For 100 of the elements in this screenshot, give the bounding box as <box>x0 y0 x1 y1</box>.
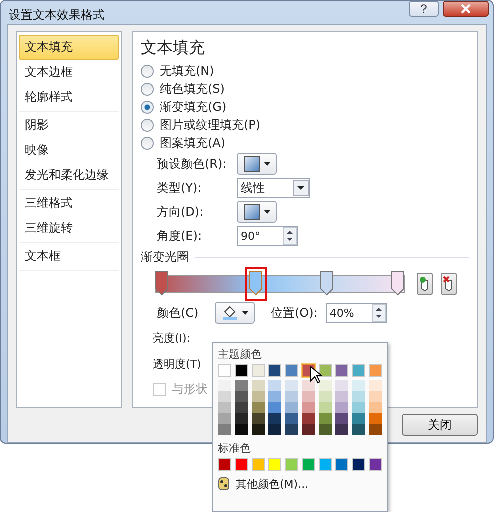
color-swatch[interactable] <box>234 402 248 413</box>
color-swatch[interactable] <box>352 364 366 377</box>
color-swatch[interactable] <box>218 364 231 377</box>
color-swatch[interactable] <box>335 391 348 402</box>
color-swatch[interactable] <box>302 402 315 413</box>
color-swatch[interactable] <box>234 424 248 435</box>
sidebar-item[interactable]: 发光和柔化边缘 <box>19 163 119 188</box>
color-swatch[interactable] <box>268 413 282 424</box>
color-swatch[interactable] <box>218 391 231 402</box>
color-swatch[interactable] <box>318 364 332 377</box>
color-swatch[interactable] <box>252 364 265 377</box>
color-swatch[interactable] <box>368 402 382 413</box>
color-swatch[interactable] <box>218 402 231 413</box>
color-swatch[interactable] <box>285 391 298 402</box>
color-swatch[interactable] <box>285 380 298 391</box>
color-swatch[interactable] <box>218 424 231 435</box>
color-swatch[interactable] <box>368 424 382 435</box>
type-dropdown[interactable]: 线性 <box>237 178 310 198</box>
direction-dropdown[interactable] <box>237 201 277 223</box>
color-swatch[interactable] <box>352 380 366 391</box>
color-swatch[interactable] <box>302 391 315 402</box>
color-swatch[interactable] <box>352 413 366 424</box>
more-colors-item[interactable]: 其他颜色(M)... <box>236 476 309 492</box>
position-field[interactable]: 40% <box>326 303 387 323</box>
sidebar-item[interactable]: 文本填充 <box>19 35 119 60</box>
color-swatch[interactable] <box>268 364 282 377</box>
color-swatch[interactable] <box>318 424 332 435</box>
color-swatch[interactable] <box>352 458 366 471</box>
color-swatch[interactable] <box>285 402 298 413</box>
sidebar-item[interactable]: 轮廓样式 <box>19 85 119 110</box>
color-swatch[interactable] <box>368 458 382 471</box>
color-swatch[interactable] <box>268 380 282 391</box>
add-stop-button[interactable] <box>417 272 433 294</box>
gradient-stop-handle[interactable] <box>245 266 268 300</box>
color-swatch[interactable] <box>318 458 332 471</box>
color-swatch[interactable] <box>218 458 231 471</box>
color-swatch[interactable] <box>318 402 332 413</box>
color-swatch[interactable] <box>318 380 332 391</box>
color-swatch[interactable] <box>218 380 231 391</box>
preset-dropdown[interactable] <box>237 153 277 175</box>
color-swatch[interactable] <box>368 380 382 391</box>
color-swatch[interactable] <box>335 402 348 413</box>
color-swatch[interactable] <box>252 402 265 413</box>
color-swatch[interactable] <box>285 424 298 435</box>
color-swatch[interactable] <box>234 391 248 402</box>
sidebar-item[interactable]: 文本边框 <box>19 60 119 85</box>
sidebar-item[interactable]: 映像 <box>19 138 119 163</box>
color-swatch[interactable] <box>268 402 282 413</box>
color-swatch[interactable] <box>302 413 315 424</box>
close-dialog-button[interactable]: 关闭 <box>402 414 478 436</box>
angle-field[interactable]: 90° <box>237 226 298 246</box>
color-swatch[interactable] <box>335 458 348 471</box>
color-swatch[interactable] <box>335 413 348 424</box>
color-swatch[interactable] <box>268 458 282 471</box>
color-swatch[interactable] <box>352 402 366 413</box>
color-swatch[interactable] <box>268 424 282 435</box>
sidebar-item[interactable]: 三维旋转 <box>19 216 119 241</box>
sidebar-item[interactable]: 三维格式 <box>19 191 119 216</box>
field-label: 类型(Y): <box>157 180 203 196</box>
color-swatch[interactable] <box>318 391 332 402</box>
color-swatch[interactable] <box>234 458 248 471</box>
spin-arrows-icon[interactable] <box>372 304 386 322</box>
radio-button[interactable] <box>141 118 154 132</box>
color-swatch[interactable] <box>252 424 265 435</box>
radio-button[interactable] <box>141 100 154 114</box>
radio-button[interactable] <box>141 136 154 150</box>
color-swatch[interactable] <box>352 391 366 402</box>
help-button[interactable]: ? <box>409 1 439 17</box>
color-swatch[interactable] <box>302 380 315 391</box>
color-swatch[interactable] <box>285 413 298 424</box>
close-button[interactable] <box>443 1 489 17</box>
color-swatch[interactable] <box>335 380 348 391</box>
sidebar-item[interactable]: 阴影 <box>19 113 119 138</box>
color-swatch[interactable] <box>268 391 282 402</box>
color-swatch[interactable] <box>252 380 265 391</box>
color-swatch[interactable] <box>368 364 382 377</box>
color-swatch[interactable] <box>234 413 248 424</box>
color-swatch[interactable] <box>234 364 248 377</box>
color-swatch[interactable] <box>352 424 366 435</box>
color-dropdown[interactable] <box>215 302 255 324</box>
color-swatch[interactable] <box>335 424 348 435</box>
color-swatch[interactable] <box>285 364 298 377</box>
color-swatch[interactable] <box>218 413 231 424</box>
color-swatch[interactable] <box>252 391 265 402</box>
radio-button[interactable] <box>141 64 154 78</box>
radio-label: 无填充(N) <box>160 62 214 80</box>
color-swatch[interactable] <box>252 458 265 471</box>
radio-button[interactable] <box>141 82 154 96</box>
color-swatch[interactable] <box>252 413 265 424</box>
sidebar-item[interactable]: 文本框 <box>19 244 119 269</box>
color-swatch[interactable] <box>368 413 382 424</box>
color-swatch[interactable] <box>335 364 348 377</box>
color-swatch[interactable] <box>285 458 298 471</box>
color-swatch[interactable] <box>368 391 382 402</box>
color-swatch[interactable] <box>318 413 332 424</box>
remove-stop-button[interactable] <box>441 272 457 294</box>
color-swatch[interactable] <box>302 424 315 435</box>
spin-arrows-icon[interactable] <box>283 227 297 245</box>
color-swatch[interactable] <box>302 458 315 471</box>
color-swatch[interactable] <box>234 380 248 391</box>
